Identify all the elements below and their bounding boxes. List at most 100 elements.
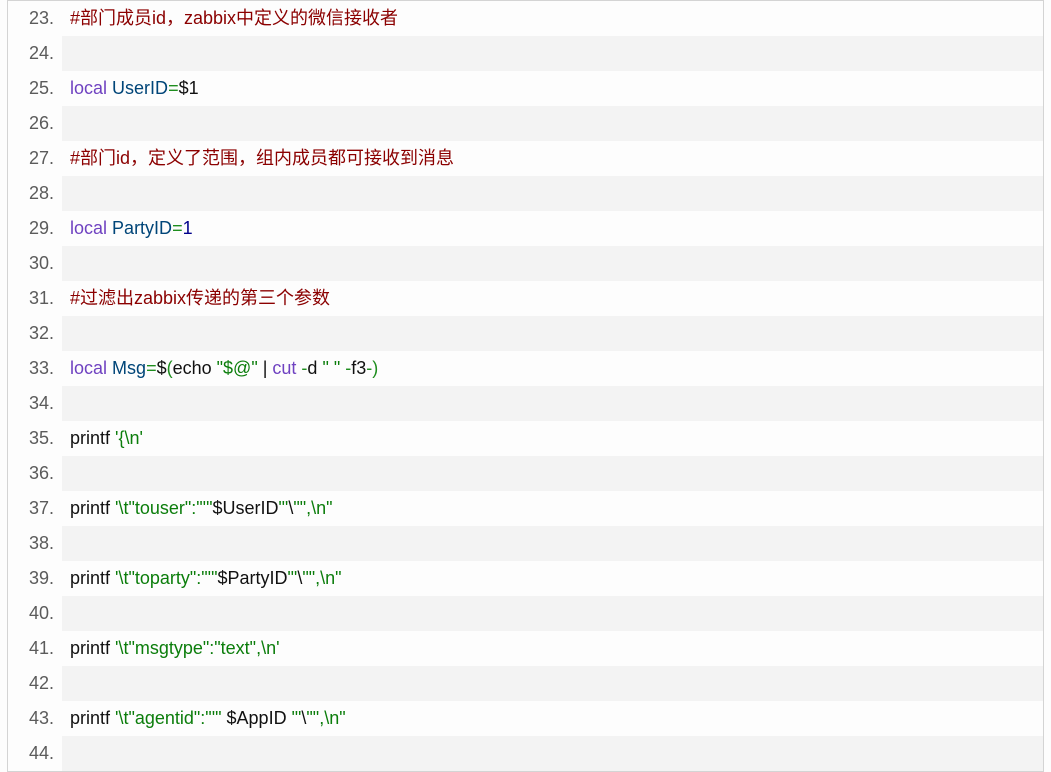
code-token: '\t"msgtype":"text",\n' [115,638,280,658]
code-token: " " [322,358,340,378]
code-token: printf [70,498,115,518]
code-line: 29.local PartyID=1 [8,211,1043,246]
line-content: printf '{\n' [62,421,1043,456]
line-number: 35. [8,421,62,456]
code-token: '{\n' [115,428,143,448]
code-line: 33.local Msg=$(echo "$@" | cut -d " " -f… [8,351,1043,386]
line-content [62,176,1043,211]
code-line: 23.#部门成员id，zabbix中定义的微信接收者 [8,1,1043,36]
line-content [62,386,1043,421]
line-number: 28. [8,176,62,211]
line-number: 33. [8,351,62,386]
line-number: 36. [8,456,62,491]
code-line: 34. [8,386,1043,421]
line-content [62,36,1043,71]
line-number: 23. [8,1,62,36]
code-line-list: 23.#部门成员id，zabbix中定义的微信接收者24. 25.local U… [8,1,1043,771]
code-line: 32. [8,316,1043,351]
line-number: 38. [8,526,62,561]
line-content [62,526,1043,561]
line-content: local PartyID=1 [62,211,1043,246]
line-number: 25. [8,71,62,106]
code-token: d [307,358,322,378]
code-line: 38. [8,526,1043,561]
line-content: #部门成员id，zabbix中定义的微信接收者 [62,1,1043,36]
code-token: cut [272,358,296,378]
line-content: printf '\t"touser":"'"$UserID"'\"",\n" [62,491,1043,526]
line-content: printf '\t"toparty":"'"$PartyID"'\"",\n" [62,561,1043,596]
line-content: #过滤出zabbix传递的第三个参数 [62,281,1043,316]
code-token: printf [70,428,115,448]
code-token: '\t"touser":"'" [115,498,212,518]
line-number: 26. [8,106,62,141]
line-number: 24. [8,36,62,71]
code-line: 42. [8,666,1043,701]
code-token: = [172,218,183,238]
line-number: 43. [8,701,62,736]
code-line: 40. [8,596,1043,631]
code-token: "",\n" [293,498,332,518]
code-token: = [168,78,179,98]
code-token: $ [157,358,167,378]
line-content [62,456,1043,491]
line-content: printf '\t"agentid":"'" $AppID "'\"",\n" [62,701,1043,736]
code-token: '\t"toparty":"'" [115,568,217,588]
code-line: 24. [8,36,1043,71]
line-number: 39. [8,561,62,596]
code-line: 39.printf '\t"toparty":"'"$PartyID"'\"",… [8,561,1043,596]
code-token: = [146,358,157,378]
code-token: ) [372,358,378,378]
code-token: $PartyID [218,568,288,588]
code-token: "' [288,568,298,588]
code-token: PartyID [112,218,172,238]
line-number: 29. [8,211,62,246]
code-token: $UserID [213,498,279,518]
line-number: 40. [8,596,62,631]
code-line: 41.printf '\t"msgtype":"text",\n' [8,631,1043,666]
line-content [62,106,1043,141]
code-token: "",\n" [302,568,341,588]
line-content: local Msg=$(echo "$@" | cut -d " " -f3-) [62,351,1043,386]
code-line: 37.printf '\t"touser":"'"$UserID"'\"",\n… [8,491,1043,526]
line-content [62,246,1043,281]
code-token: printf [70,708,115,728]
line-content: printf '\t"msgtype":"text",\n' [62,631,1043,666]
code-token: UserID [112,78,168,98]
code-token: "",\n" [306,708,345,728]
code-token: $1 [179,78,199,98]
line-content: #部门id，定义了范围，组内成员都可接收到消息 [62,141,1043,176]
code-token: '\t"agentid":"'" [115,708,222,728]
line-content: local UserID=$1 [62,71,1043,106]
code-token: $AppID [222,708,292,728]
code-line: 44. [8,736,1043,771]
code-token: | [258,358,273,378]
line-number: 34. [8,386,62,421]
code-token: local [70,78,107,98]
line-content [62,596,1043,631]
line-number: 32. [8,316,62,351]
code-token: printf [70,568,115,588]
code-token: "$@" [217,358,258,378]
line-number: 41. [8,631,62,666]
code-token: Msg [112,358,146,378]
line-content [62,736,1043,771]
code-line: 27.#部门id，定义了范围，组内成员都可接收到消息 [8,141,1043,176]
line-number: 42. [8,666,62,701]
code-token: "' [279,498,289,518]
code-token: echo [173,358,217,378]
code-token: local [70,218,107,238]
code-block: 23.#部门成员id，zabbix中定义的微信接收者24. 25.local U… [7,0,1044,772]
code-token: f3 [351,358,366,378]
code-token: "' [292,708,302,728]
code-token: #部门id，定义了范围，组内成员都可接收到消息 [70,148,454,168]
code-line: 31. #过滤出zabbix传递的第三个参数 [8,281,1043,316]
code-line: 25.local UserID=$1 [8,71,1043,106]
code-token: #过滤出zabbix传递的第三个参数 [70,288,330,308]
code-token: 1 [183,218,193,238]
code-line: 43.printf '\t"agentid":"'" $AppID "'\"",… [8,701,1043,736]
code-line: 28. [8,176,1043,211]
code-line: 36. [8,456,1043,491]
code-line: 30. [8,246,1043,281]
line-number: 30. [8,246,62,281]
line-number: 31. [8,281,62,316]
